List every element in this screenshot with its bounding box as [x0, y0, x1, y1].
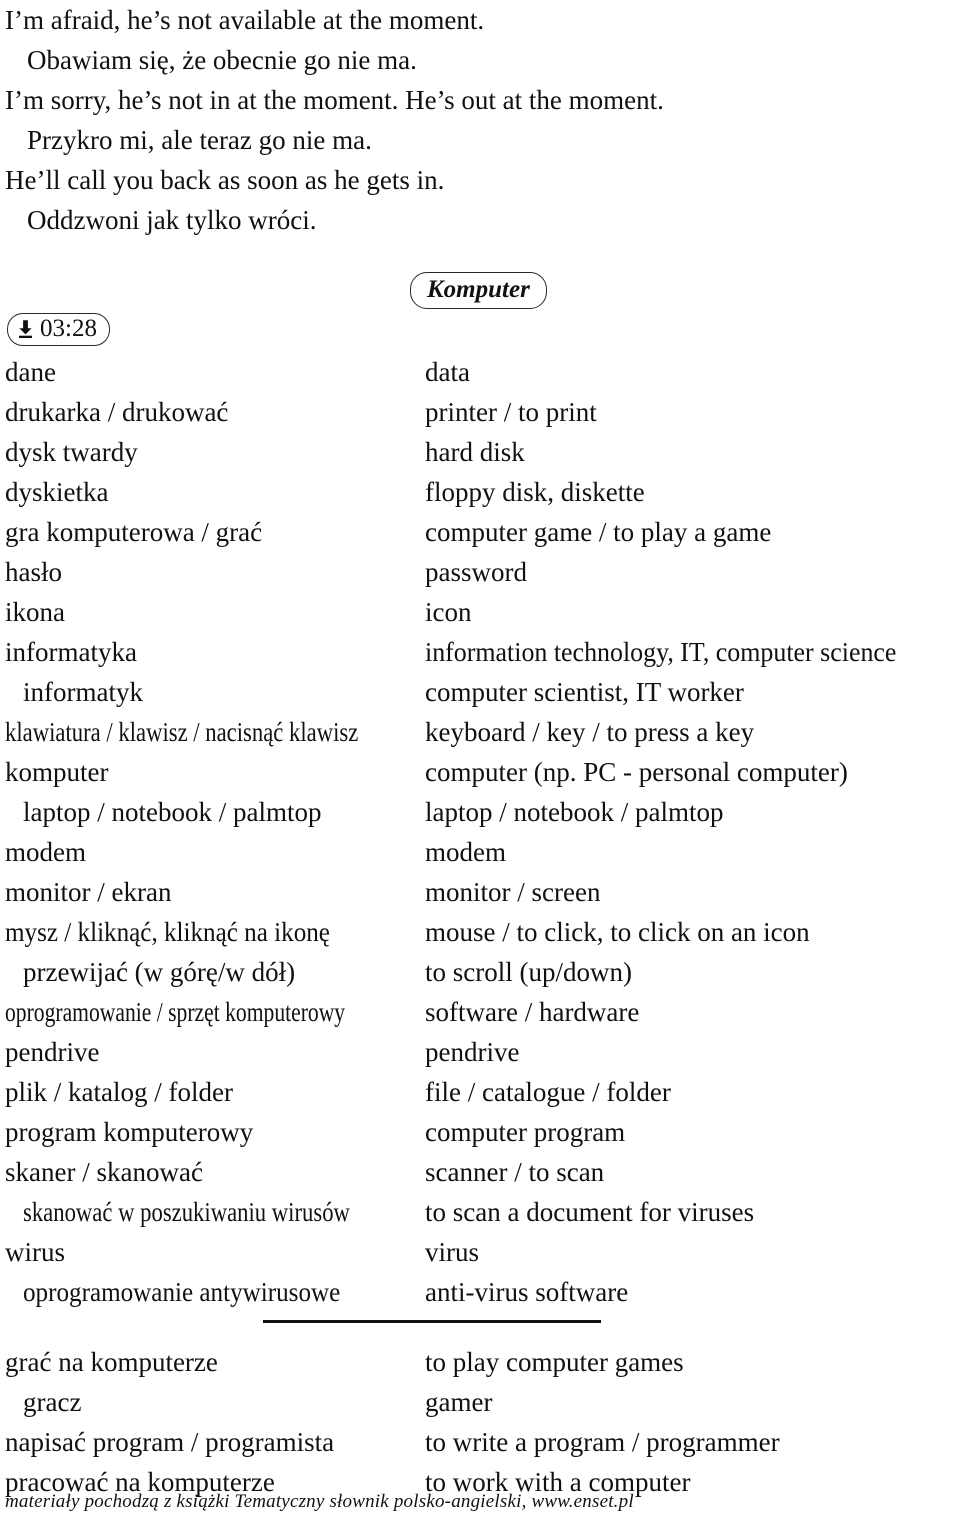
- vocabulary-term-polish: napisać program / programista: [5, 1427, 335, 1457]
- vocabulary-term-polish: hasło: [5, 557, 62, 587]
- download-arrow-icon: [17, 319, 34, 339]
- audio-timestamp-chip[interactable]: 03:28: [7, 313, 110, 346]
- vocabulary-term-polish: program komputerowy: [5, 1117, 254, 1147]
- phrase-source-line: He’ll call you back as soon as he gets i…: [5, 165, 445, 195]
- topic-badge-label: Komputer: [427, 276, 530, 303]
- vocabulary-row: monitor / ekran monitor / screen: [0, 872, 960, 912]
- section-divider: [263, 1320, 601, 1323]
- vocabulary-term-polish: grać na komputerze: [5, 1347, 218, 1377]
- phrase-translation-line: Przykro mi, ale teraz go nie ma.: [27, 125, 372, 155]
- vocabulary-term-english: data: [425, 357, 470, 387]
- vocabulary-row: skanować w poszukiwaniu wirusów to scan a…: [0, 1192, 960, 1232]
- vocabulary-term-english: computer scientist, IT worker: [425, 677, 744, 707]
- vocabulary-term-english: pendrive: [425, 1037, 520, 1067]
- vocabulary-term-polish: oprogramowanie / sprzęt komputerowy: [5, 997, 346, 1027]
- vocabulary-row: mysz / kliknąć, kliknąć na ikonę mouse / …: [0, 912, 960, 952]
- vocabulary-term-english: monitor / screen: [425, 877, 601, 907]
- vocabulary-term-polish: modem: [5, 837, 86, 867]
- vocabulary-row: napisać program / programista to write a …: [0, 1422, 960, 1462]
- vocabulary-term-polish: dane: [5, 357, 56, 387]
- vocabulary-term-english: password: [425, 557, 527, 587]
- vocabulary-term-polish: dysk twardy: [5, 437, 138, 467]
- footer-source-note: materiały pochodzą z książki Tematyczny …: [5, 1491, 634, 1512]
- vocabulary-term-english: software / hardware: [425, 997, 640, 1027]
- vocabulary-term-polish: gracz: [23, 1387, 82, 1417]
- vocabulary-term-polish: klawiatura / klawisz / nacisnąć klawisz: [5, 717, 359, 747]
- vocabulary-term-english: to play computer games: [425, 1347, 684, 1377]
- header-badge-row: Komputer 03:28: [0, 272, 960, 352]
- vocabulary-term-polish: ikona: [5, 597, 65, 627]
- vocabulary-row: informatyk computer scientist, IT worker: [0, 672, 960, 712]
- vocabulary-term-english: anti-virus software: [425, 1277, 629, 1307]
- vocabulary-term-english: printer / to print: [425, 397, 597, 427]
- vocabulary-row: klawiatura / klawisz / nacisnąć klawisz k…: [0, 712, 960, 752]
- vocabulary-term-english: scanner / to scan: [425, 1157, 605, 1187]
- vocabulary-row: program komputerowy computer program: [0, 1112, 960, 1152]
- topic-badge: Komputer: [410, 272, 547, 309]
- vocabulary-term-polish: informatyka: [5, 637, 137, 667]
- vocabulary-row: oprogramowanie / sprzęt komputerowy softw…: [0, 992, 960, 1032]
- vocabulary-term-polish: dyskietka: [5, 477, 109, 507]
- vocabulary-term-english: keyboard / key / to press a key: [425, 717, 755, 747]
- vocabulary-row: grać na komputerze to play computer games: [0, 1342, 960, 1382]
- vocabulary-row: gracz gamer: [0, 1382, 960, 1422]
- vocabulary-row: komputer computer (np. PC - personal comp…: [0, 752, 960, 792]
- vocabulary-table: dane data drukarka / drukować printer / to …: [0, 352, 960, 1312]
- vocabulary-row: pendrive pendrive: [0, 1032, 960, 1072]
- vocabulary-term-polish: wirus: [5, 1237, 65, 1267]
- vocabulary-row: informatyka information technology, IT, c…: [0, 632, 960, 672]
- vocabulary-row: oprogramowanie antywirusowe anti-virus so…: [0, 1272, 960, 1312]
- vocabulary-term-polish: informatyk: [23, 677, 143, 707]
- vocabulary-row: dane data: [0, 352, 960, 392]
- vocabulary-term-english: modem: [425, 837, 506, 867]
- vocabulary-term-english: virus: [425, 1237, 479, 1267]
- vocabulary-row: dyskietka floppy disk, diskette: [0, 472, 960, 512]
- vocabulary-row: modem modem: [0, 832, 960, 872]
- vocabulary-term-polish: drukarka / drukować: [5, 397, 229, 427]
- vocabulary-row: gra komputerowa / grać computer game / to…: [0, 512, 960, 552]
- phrase-translation-line: Obawiam się, że obecnie go nie ma.: [27, 45, 417, 75]
- vocabulary-row: laptop / notebook / palmtop laptop / note…: [0, 792, 960, 832]
- vocabulary-term-english: computer program: [425, 1117, 626, 1147]
- vocabulary-row: dysk twardy hard disk: [0, 432, 960, 472]
- vocabulary-term-polish: gra komputerowa / grać: [5, 517, 263, 547]
- vocabulary-term-polish: skaner / skanować: [5, 1157, 203, 1187]
- vocabulary-row: skaner / skanować scanner / to scan: [0, 1152, 960, 1192]
- vocabulary-term-english: to scan a document for viruses: [425, 1197, 755, 1227]
- phrase-source-line: I’m afraid, he’s not available at the mo…: [5, 5, 485, 35]
- vocabulary-term-polish: plik / katalog / folder: [5, 1077, 233, 1107]
- vocabulary-term-polish: pendrive: [5, 1037, 100, 1067]
- vocabulary-term-english: floppy disk, diskette: [425, 477, 645, 507]
- vocabulary-phrases-table: grać na komputerze to play computer games…: [0, 1342, 960, 1502]
- phrase-source-line: I’m sorry, he’s not in at the moment. He…: [5, 85, 664, 115]
- vocabulary-term-english: file / catalogue / folder: [425, 1077, 671, 1107]
- vocabulary-term-polish: mysz / kliknąć, kliknąć na ikonę: [5, 917, 330, 947]
- vocabulary-term-polish: przewijać (w górę/w dół): [23, 957, 296, 987]
- vocabulary-row: hasło password: [0, 552, 960, 592]
- phrase-block: I’m afraid, he’s not available at the mo…: [0, 0, 960, 240]
- vocabulary-term-english: computer (np. PC - personal computer): [425, 757, 848, 787]
- vocabulary-term-english: mouse / to click, to click on an icon: [425, 917, 810, 947]
- vocabulary-term-polish: skanować w poszukiwaniu wirusów: [23, 1197, 350, 1227]
- vocabulary-term-english: hard disk: [425, 437, 525, 467]
- vocabulary-term-polish: monitor / ekran: [5, 877, 172, 907]
- vocabulary-term-english: computer game / to play a game: [425, 517, 772, 547]
- timestamp-label: 03:28: [40, 315, 97, 342]
- vocabulary-row: plik / katalog / folder file / catalogue …: [0, 1072, 960, 1112]
- vocabulary-term-english: to write a program / programmer: [425, 1427, 780, 1457]
- vocabulary-row: ikona icon: [0, 592, 960, 632]
- vocabulary-term-english: icon: [425, 597, 472, 627]
- phrase-translation-line: Oddzwoni jak tylko wróci.: [27, 205, 317, 235]
- vocabulary-term-polish: komputer: [5, 757, 109, 787]
- vocabulary-row: drukarka / drukować printer / to print: [0, 392, 960, 432]
- vocabulary-term-polish: laptop / notebook / palmtop: [23, 797, 322, 827]
- vocabulary-term-polish: oprogramowanie antywirusowe: [23, 1277, 341, 1307]
- vocabulary-row: wirus virus: [0, 1232, 960, 1272]
- vocabulary-term-english: information technology, IT, computer sci…: [425, 637, 897, 667]
- vocabulary-term-english: to scroll (up/down): [425, 957, 632, 987]
- vocabulary-term-english: laptop / notebook / palmtop: [425, 797, 724, 827]
- vocabulary-term-english: gamer: [425, 1387, 493, 1417]
- vocabulary-row: przewijać (w górę/w dół) to scroll (up/do…: [0, 952, 960, 992]
